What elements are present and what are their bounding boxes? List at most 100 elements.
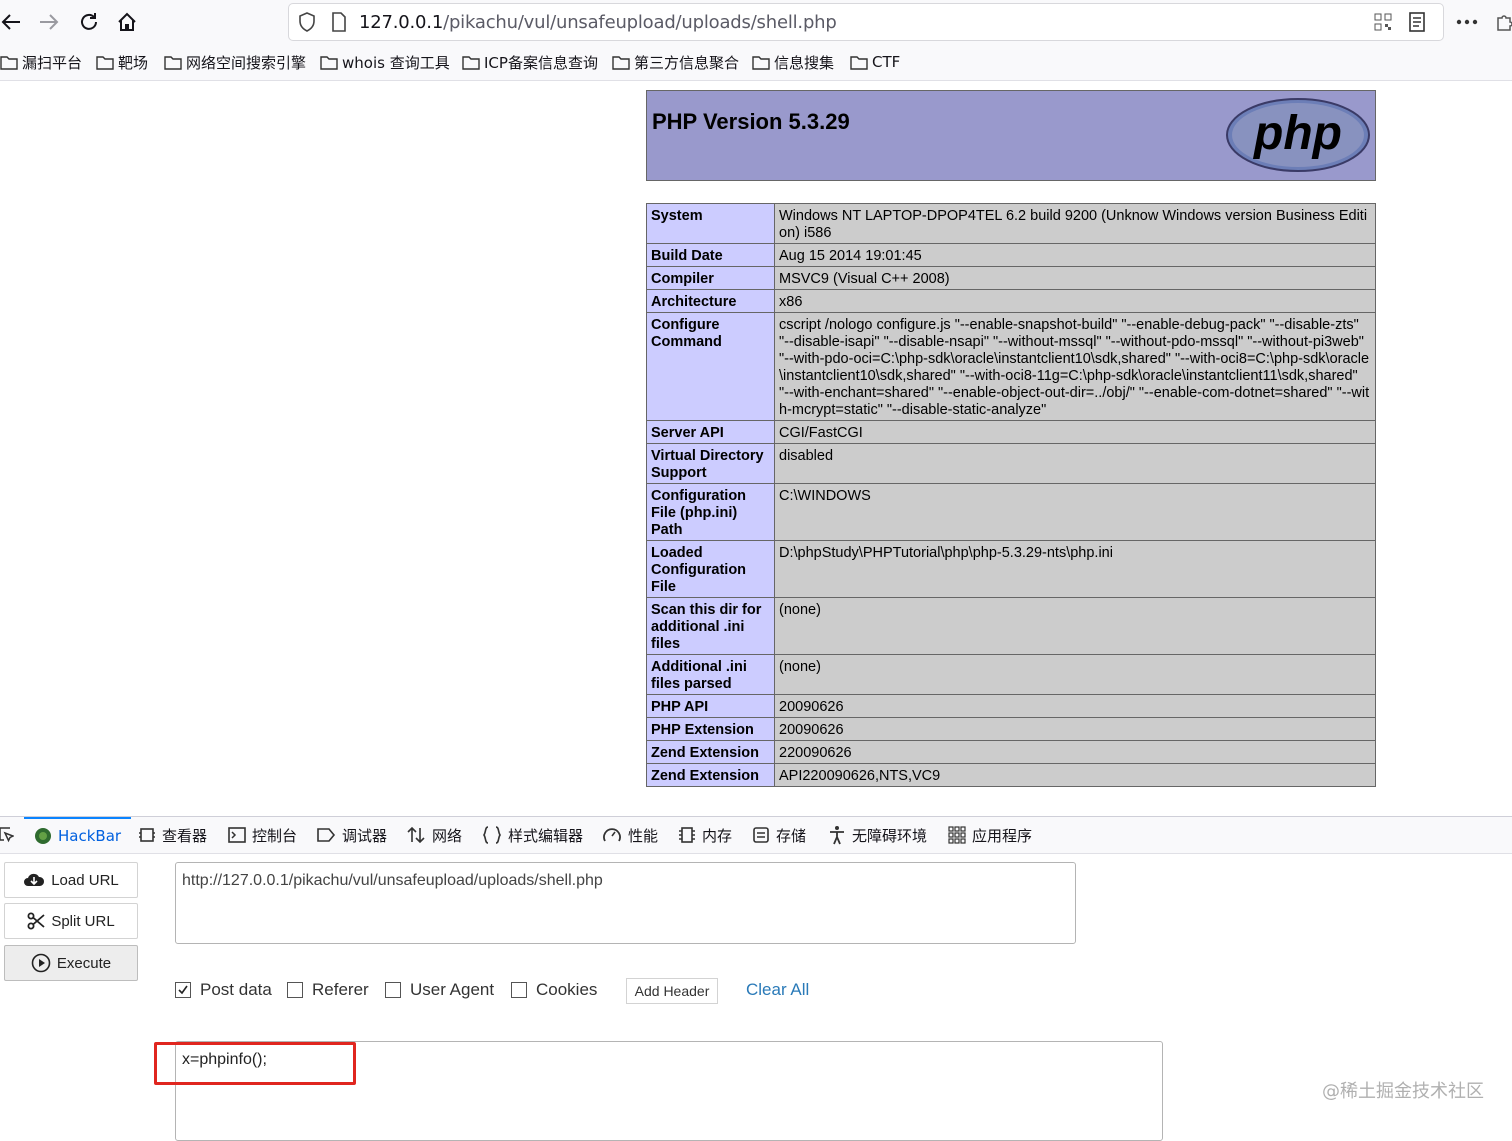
storage-icon: [753, 827, 769, 843]
back-arrow-icon: [1, 14, 20, 30]
extensions-button[interactable]: [1490, 7, 1512, 37]
shield-icon: [299, 12, 315, 32]
info-row: Zend Extension API220090626,NTS,VC9: [647, 764, 1376, 787]
checkbox-unchecked[interactable]: [385, 982, 401, 998]
phpinfo-header: PHP Version 5.3.29 php: [646, 90, 1376, 181]
folder-icon: [612, 56, 630, 70]
info-key: Compiler: [647, 267, 775, 290]
reader-view-icon[interactable]: [1408, 11, 1426, 33]
memory-chip-icon: [679, 827, 695, 843]
address-bar-text: 127.0.0.1/pikachu/vul/unsafeupload/uploa…: [359, 12, 837, 33]
play-circle-icon: [31, 953, 51, 973]
tab-storage[interactable]: 存储: [752, 817, 806, 853]
home-icon: [118, 12, 136, 31]
info-row: Configuration File (php.ini) Path C:\WIND…: [647, 484, 1376, 541]
tab-accessibility[interactable]: 无障碍环境: [828, 817, 927, 853]
url-textarea[interactable]: http://127.0.0.1/pikachu/vul/unsafeuploa…: [175, 862, 1076, 944]
info-value: cscript /nologo configure.js "--enable-s…: [775, 313, 1376, 421]
hackbar-icon: [35, 828, 51, 844]
info-key: PHP Extension: [647, 718, 775, 741]
home-button[interactable]: [112, 7, 142, 37]
accessibility-icon: [830, 826, 844, 845]
info-key: Loaded Configuration File: [647, 541, 775, 598]
info-value: (none): [775, 598, 1376, 655]
info-value: CGI/FastCGI: [775, 421, 1376, 444]
php-version-title: PHP Version 5.3.29: [652, 109, 850, 134]
tab-performance[interactable]: 性能: [602, 817, 658, 853]
folder-icon: [850, 56, 868, 70]
info-value: (none): [775, 655, 1376, 695]
bookmark-folder[interactable]: 靶场: [96, 52, 148, 72]
element-picker-button[interactable]: [0, 817, 14, 853]
referer-checkbox[interactable]: Referer: [287, 980, 369, 1000]
forward-arrow-icon: [40, 14, 59, 30]
bookmark-folder[interactable]: whois 查询工具: [320, 52, 450, 72]
info-row: Virtual Directory Support disabled: [647, 444, 1376, 484]
check-icon: [178, 985, 188, 995]
bookmark-folder[interactable]: ICP备案信息查询: [462, 52, 598, 72]
bookmark-folder[interactable]: 第三方信息聚合: [612, 52, 739, 72]
info-value: Windows NT LAPTOP-DPOP4TEL 6.2 build 920…: [775, 204, 1376, 244]
bookmark-folder[interactable]: 网络空间搜索引擎: [164, 52, 306, 72]
tab-style-editor[interactable]: 样式编辑器: [482, 817, 583, 853]
info-value: D:\phpStudy\PHPTutorial\php\php-5.3.29-n…: [775, 541, 1376, 598]
info-key: Configure Command: [647, 313, 775, 421]
info-row: System Windows NT LAPTOP-DPOP4TEL 6.2 bui…: [647, 204, 1376, 244]
user-agent-checkbox[interactable]: User Agent: [385, 980, 494, 1000]
network-arrows-icon: [407, 826, 425, 844]
clear-all-link[interactable]: Clear All: [746, 980, 809, 1000]
more-dots-icon: [1456, 19, 1478, 25]
checkbox-unchecked[interactable]: [287, 982, 303, 998]
reload-icon: [81, 13, 97, 30]
element-picker-icon: [0, 827, 14, 843]
bookmark-folder[interactable]: 信息搜集: [752, 52, 834, 72]
back-button[interactable]: [0, 7, 26, 37]
tab-memory[interactable]: 内存: [678, 817, 732, 853]
tab-hackbar[interactable]: HackBar: [24, 817, 132, 853]
post-data-checkbox[interactable]: Post data: [175, 980, 272, 1000]
tab-application[interactable]: 应用程序: [948, 817, 1032, 853]
watermark: @稀土掘金技术社区: [1322, 1081, 1484, 1102]
info-key: System: [647, 204, 775, 244]
page-actions-button[interactable]: [1452, 7, 1482, 37]
info-key: Virtual Directory Support: [647, 444, 775, 484]
folder-icon: [320, 56, 338, 70]
load-url-button[interactable]: Load URL: [4, 862, 138, 898]
tab-network[interactable]: 网络: [406, 817, 462, 853]
reload-button[interactable]: [74, 7, 104, 37]
cookies-checkbox[interactable]: Cookies: [511, 980, 597, 1000]
tab-debugger[interactable]: 调试器: [316, 817, 387, 853]
info-row: Configure Command cscript /nologo configu…: [647, 313, 1376, 421]
bookmark-folder[interactable]: CTF: [850, 52, 900, 72]
folder-icon: [752, 56, 770, 70]
folder-icon: [462, 56, 480, 70]
info-value: 20090626: [775, 718, 1376, 741]
info-row: Zend Extension 220090626: [647, 741, 1376, 764]
forward-button[interactable]: [34, 7, 64, 37]
info-key: Scan this dir for additional .ini files: [647, 598, 775, 655]
tab-console[interactable]: 控制台: [228, 817, 297, 853]
add-header-button[interactable]: Add Header: [626, 978, 718, 1004]
info-key: Architecture: [647, 290, 775, 313]
split-url-button[interactable]: Split URL: [4, 903, 138, 939]
checkbox-unchecked[interactable]: [511, 982, 527, 998]
info-row: Loaded Configuration File D:\phpStudy\PHP…: [647, 541, 1376, 598]
checkbox-checked[interactable]: [175, 982, 191, 998]
phpinfo-table: System Windows NT LAPTOP-DPOP4TEL 6.2 bui…: [646, 203, 1376, 787]
info-key: Server API: [647, 421, 775, 444]
info-row: Additional .ini files parsed (none): [647, 655, 1376, 695]
puzzle-icon: [1497, 15, 1512, 31]
qr-code-icon[interactable]: [1373, 12, 1393, 32]
console-icon: [228, 827, 246, 843]
devtools-tabbar: HackBar 查看器 控制台 调试器 网络 样式编辑器 性能 内存 存储 无障…: [0, 817, 1512, 854]
info-row: Build Date Aug 15 2014 19:01:45: [647, 244, 1376, 267]
page-icon: [332, 12, 346, 32]
address-bar[interactable]: 127.0.0.1/pikachu/vul/unsafeupload/uploa…: [288, 3, 1444, 41]
info-value: C:\WINDOWS: [775, 484, 1376, 541]
execute-button[interactable]: Execute: [4, 945, 138, 981]
debugger-icon: [317, 828, 336, 842]
info-value: Aug 15 2014 19:01:45: [775, 244, 1376, 267]
tab-inspector[interactable]: 查看器: [138, 817, 207, 853]
bookmark-folder[interactable]: 漏扫平台: [0, 52, 82, 72]
info-value: x86: [775, 290, 1376, 313]
